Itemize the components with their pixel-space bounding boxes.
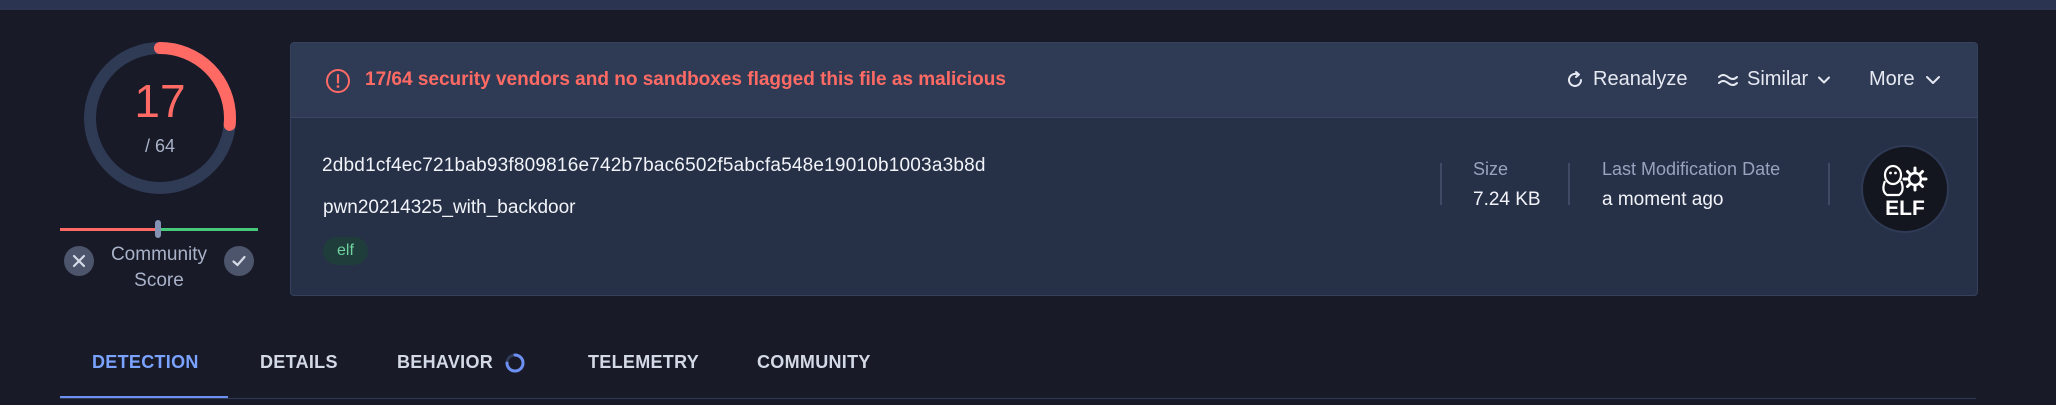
community-score-label: Community Score: [110, 244, 208, 291]
community-score-knob: [155, 220, 161, 238]
detection-total: / 64: [144, 136, 176, 156]
file-type-label: ELF: [1885, 197, 1925, 220]
detection-score-ring: 17 / 64: [80, 38, 240, 198]
file-summary-card: 17/64 security vendors and no sandboxes …: [290, 42, 1978, 296]
community-upvote-button[interactable]: [224, 246, 254, 276]
size-value: 7.24 KB: [1473, 189, 1541, 210]
size-label: Size: [1473, 159, 1509, 179]
more-label: More: [1869, 68, 1915, 90]
refresh-icon: [1568, 70, 1582, 87]
file-name: pwn20214325_with_backdoor: [323, 197, 576, 218]
check-icon: [232, 255, 246, 267]
tab-detection[interactable]: DETECTION: [92, 352, 199, 373]
similar-dropdown[interactable]: Similar: [1717, 68, 1832, 91]
chevron-down-icon: [1818, 76, 1831, 83]
linux-penguin-gear-icon: ELF: [1882, 164, 1928, 220]
close-icon: [72, 254, 86, 268]
detection-alert-banner: 17/64 security vendors and no sandboxes …: [291, 43, 1977, 118]
detection-count: 17: [134, 75, 186, 127]
chevron-down-icon: [1925, 75, 1940, 84]
more-dropdown[interactable]: More: [1869, 68, 1943, 91]
tab-telemetry[interactable]: TELEMETRY: [588, 352, 699, 373]
last-modified-value: a moment ago: [1602, 189, 1724, 210]
tab-community[interactable]: COMMUNITY: [757, 352, 871, 373]
top-navigation-bar: [0, 0, 2056, 10]
community-downvote-button[interactable]: [64, 246, 94, 276]
file-tag[interactable]: elf: [323, 237, 368, 265]
tab-details[interactable]: DETAILS: [260, 352, 338, 373]
community-negative-bar: [60, 228, 159, 231]
file-type-badge: ELF: [1861, 145, 1949, 233]
reanalyze-label: Reanalyze: [1593, 68, 1688, 90]
meta-divider: [1568, 163, 1570, 205]
alert-circle-icon: [326, 69, 350, 93]
loading-spinner-icon: [505, 353, 525, 373]
meta-divider: [1828, 163, 1830, 205]
alert-message: 17/64 security vendors and no sandboxes …: [365, 69, 1006, 90]
community-score-slider: [60, 220, 258, 238]
similar-icon: [1718, 73, 1738, 86]
reanalyze-button[interactable]: Reanalyze: [1565, 68, 1688, 91]
meta-divider: [1440, 163, 1442, 205]
community-positive-bar: [159, 228, 258, 231]
tab-behavior[interactable]: BEHAVIOR: [397, 352, 493, 373]
file-hash[interactable]: 2dbd1cf4ec721bab93f809816e742b7bac6502f5…: [322, 155, 986, 177]
tabs-divider: [60, 398, 1976, 399]
similar-label: Similar: [1747, 68, 1809, 90]
last-modified-label: Last Modification Date: [1602, 159, 1781, 179]
